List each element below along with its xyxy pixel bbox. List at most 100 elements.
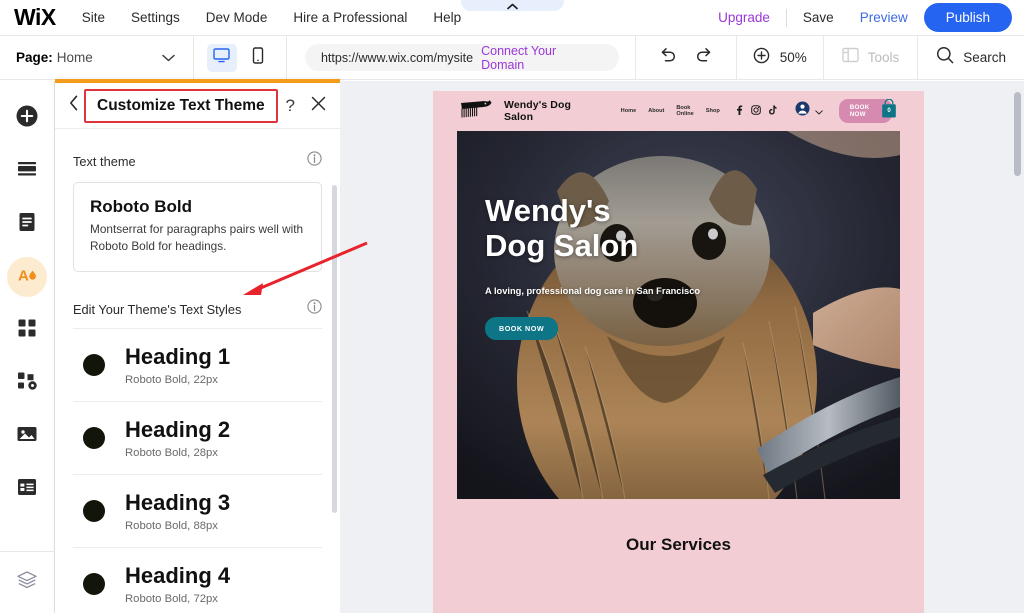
page-title: Customize Text Theme <box>97 96 265 114</box>
tools-button[interactable]: Tools <box>824 35 919 80</box>
info-icon[interactable] <box>307 299 322 319</box>
sidebar-item-add-elements[interactable] <box>7 98 47 138</box>
text-style-texts: Heading 2 Roboto Bold, 28px <box>125 416 231 459</box>
hero-book-now-button[interactable]: BOOK NOW <box>485 316 559 340</box>
upgrade-link[interactable]: Upgrade <box>718 10 770 25</box>
text-style-row[interactable]: Heading 1 Roboto Bold, 22px <box>73 328 322 401</box>
site-url-pill[interactable]: https://www.wix.com/mysite Connect Your … <box>304 44 619 72</box>
sidebar-item-app-market[interactable] <box>7 310 47 350</box>
text-style-color-swatch[interactable] <box>83 427 105 450</box>
cart-count-badge: 0 <box>887 107 891 114</box>
chevron-up-icon <box>507 3 518 10</box>
divider <box>785 8 787 27</box>
text-theme-card[interactable]: Roboto Bold Montserrat for paragraphs pa… <box>73 182 322 273</box>
theme-droplet-icon: A <box>14 262 40 293</box>
preview-button[interactable]: Preview <box>860 10 908 25</box>
page-selector[interactable]: Page: Home <box>0 35 194 80</box>
undo-icon <box>659 47 677 68</box>
back-button[interactable] <box>69 95 78 116</box>
sidebar-item-add-section[interactable] <box>7 151 47 191</box>
wix-logo[interactable]: WiX <box>14 4 56 31</box>
site-nav-shop[interactable]: Shop <box>706 108 720 114</box>
editor-canvas: Wendy's Dog Salon Home About Book Online… <box>340 81 1024 613</box>
text-style-meta: Roboto Bold, 28px <box>125 446 218 459</box>
menu-site[interactable]: Site <box>82 10 105 25</box>
menu-settings[interactable]: Settings <box>131 10 180 25</box>
menu-dev-mode[interactable]: Dev Mode <box>206 10 268 25</box>
text-style-meta: Roboto Bold, 72px <box>125 592 218 605</box>
collapse-toolbar-button[interactable] <box>461 0 564 11</box>
text-style-name: Heading 1 <box>125 343 231 369</box>
site-header: Wendy's Dog Salon Home About Book Online… <box>433 91 924 131</box>
text-style-texts: Heading 1 Roboto Bold, 22px <box>125 343 231 386</box>
text-styles-list: Heading 1 Roboto Bold, 22px Heading 2 Robot… <box>73 328 322 613</box>
sidebar-item-media[interactable] <box>7 416 47 456</box>
sidebar-item-site-design[interactable]: A <box>7 257 47 297</box>
panel-scrollbar[interactable] <box>332 185 337 513</box>
redo-button[interactable] <box>690 44 718 72</box>
text-style-color-swatch[interactable] <box>83 500 105 523</box>
services-title: Our Services <box>626 535 731 554</box>
device-switcher <box>194 35 287 80</box>
chevron-down-icon <box>162 49 175 67</box>
desktop-view-button[interactable] <box>206 43 237 72</box>
site-account-button[interactable] <box>795 101 823 121</box>
chevron-left-icon <box>69 95 78 116</box>
site-nav: Home About Book Online Shop <box>621 105 732 117</box>
publish-button[interactable]: Publish <box>923 3 1012 32</box>
site-nav-about[interactable]: About <box>648 108 664 114</box>
instagram-icon[interactable] <box>750 102 761 120</box>
plus-circle-icon <box>15 104 39 133</box>
info-icon[interactable] <box>307 151 322 171</box>
hero-title-line2: Dog Salon <box>485 228 639 264</box>
text-style-color-swatch[interactable] <box>83 573 105 596</box>
text-style-color-swatch[interactable] <box>83 354 105 377</box>
search-label: Search <box>963 50 1007 65</box>
text-style-row[interactable]: Heading 2 Roboto Bold, 28px <box>73 401 322 474</box>
sidebar-item-layers[interactable] <box>0 551 55 613</box>
sidebar-item-pages[interactable] <box>7 204 47 244</box>
close-panel-button[interactable] <box>311 96 326 116</box>
wix-editor: WiX Site Settings Dev Mode Hire a Profes… <box>0 0 1024 613</box>
theme-description: Montserrat for paragraphs pairs well wit… <box>90 222 304 254</box>
site-preview: Wendy's Dog Salon Home About Book Online… <box>433 91 924 613</box>
site-cart-button[interactable]: 0 <box>880 98 898 124</box>
sidebar-item-add-ons[interactable] <box>7 363 47 403</box>
zoom-level-value: 50% <box>779 50 807 65</box>
save-button[interactable]: Save <box>803 10 834 25</box>
chevron-down-icon <box>815 102 823 120</box>
hero-title-line1: Wendy's <box>485 193 611 228</box>
undo-button[interactable] <box>654 44 682 72</box>
text-style-texts: Heading 3 Roboto Bold, 88px <box>125 489 231 532</box>
panels-icon <box>842 47 859 68</box>
table-icon <box>15 475 39 504</box>
panel-content: Text theme Roboto Bold Montserrat for pa… <box>55 129 340 613</box>
text-style-row[interactable]: Heading 3 Roboto Bold, 88px <box>73 474 322 547</box>
site-nav-book-online[interactable]: Book Online <box>676 105 693 117</box>
hero-copy: Wendy's Dog Salon A loving, professional… <box>485 193 700 340</box>
add-ons-icon <box>16 370 38 397</box>
mobile-view-button[interactable] <box>243 44 273 72</box>
svg-text:A: A <box>18 267 29 284</box>
text-style-name: Heading 3 <box>125 489 231 515</box>
left-sidebar: A <box>0 81 55 613</box>
panel-header-actions: ? <box>286 96 326 116</box>
zoom-control[interactable]: 50% <box>735 35 824 80</box>
sidebar-item-content-manager[interactable] <box>7 469 47 509</box>
apps-grid-icon <box>16 317 38 344</box>
zoom-in-icon <box>753 47 770 69</box>
question-mark-icon[interactable]: ? <box>286 96 295 116</box>
text-style-row[interactable]: Heading 4 Roboto Bold, 72px <box>73 547 322 613</box>
connect-domain-link[interactable]: Connect Your Domain <box>481 44 603 72</box>
tools-label: Tools <box>867 50 900 65</box>
menu-hire-a-professional[interactable]: Hire a Professional <box>293 10 407 25</box>
tiktok-icon[interactable] <box>768 102 777 120</box>
canvas-scrollbar[interactable] <box>1014 92 1021 176</box>
services-section: Our Services <box>433 499 924 555</box>
menu-help[interactable]: Help <box>433 10 461 25</box>
site-nav-home[interactable]: Home <box>621 108 637 114</box>
facebook-icon[interactable] <box>736 102 743 120</box>
search-button[interactable]: Search <box>918 36 1024 80</box>
text-style-name: Heading 2 <box>125 416 231 442</box>
pages-icon <box>15 210 39 239</box>
